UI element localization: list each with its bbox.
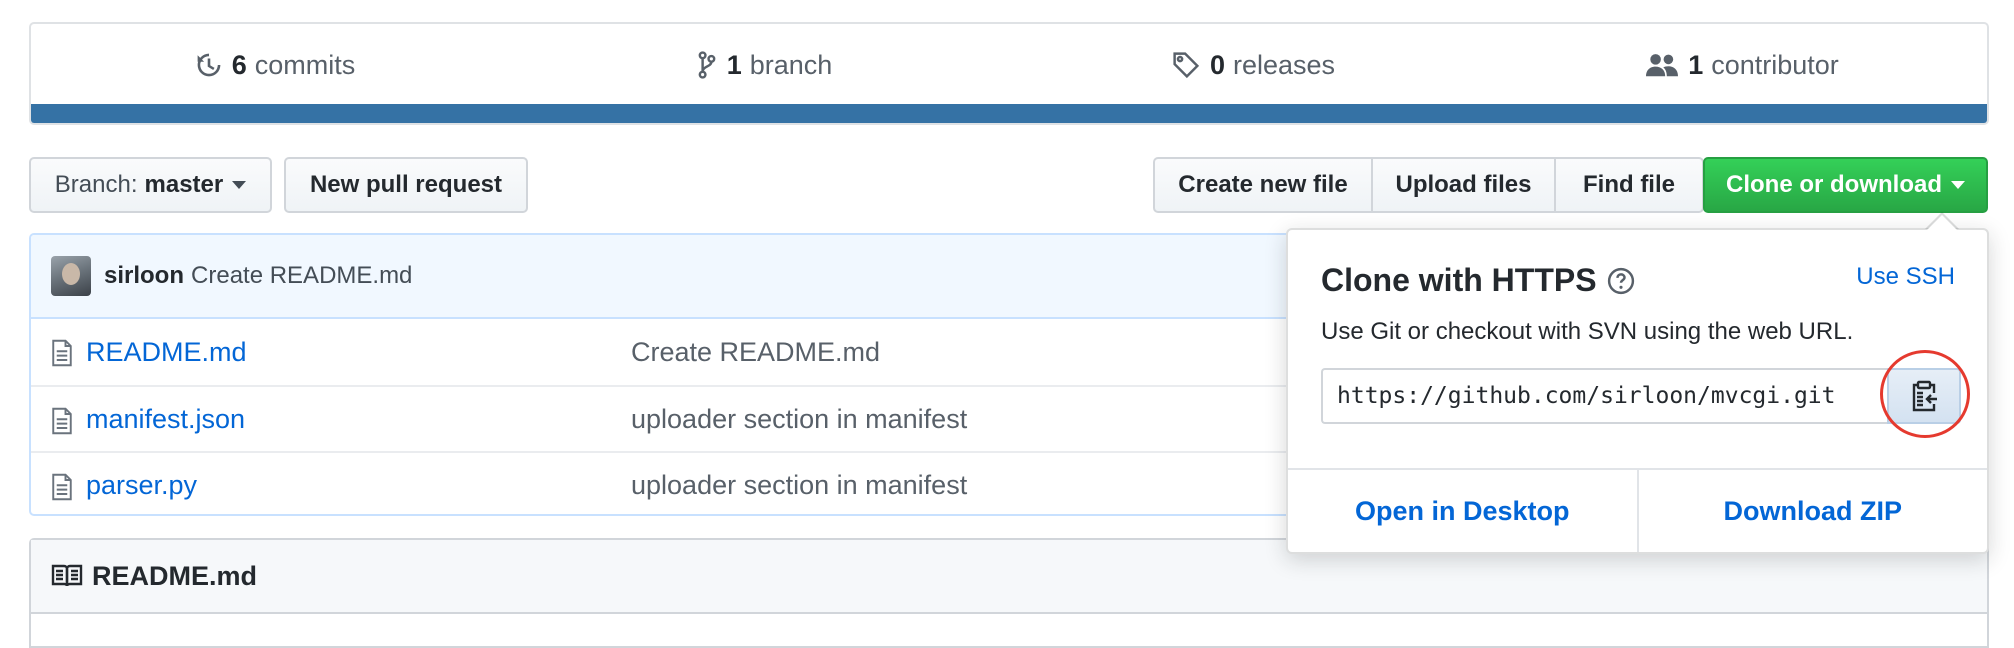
- file-name-link[interactable]: parser.py: [86, 470, 197, 501]
- releases-label: releases: [1232, 49, 1336, 80]
- file-commit-message[interactable]: uploader section in manifest: [631, 404, 967, 435]
- clone-title-text: Clone with HTTPS: [1321, 262, 1597, 298]
- use-ssh-link[interactable]: Use SSH: [1856, 263, 1955, 291]
- readme-panel: README.md: [29, 538, 1989, 648]
- branches-link[interactable]: 1 branch: [520, 24, 1009, 106]
- history-icon: [197, 53, 221, 77]
- file-commit-message[interactable]: Create README.md: [631, 337, 880, 368]
- clone-description: Use Git or checkout with SVN using the w…: [1321, 318, 1854, 345]
- people-icon: [1646, 54, 1679, 77]
- highlight-circle-annotation: [1880, 350, 1970, 438]
- file-icon: [52, 339, 72, 367]
- book-icon: [51, 564, 83, 587]
- find-file-button[interactable]: Find file: [1556, 157, 1704, 213]
- download-zip-button[interactable]: Download ZIP: [1639, 470, 1988, 552]
- commit-author[interactable]: sirloon: [104, 262, 184, 290]
- file-icon: [52, 473, 72, 501]
- file-icon: [52, 407, 72, 435]
- file-commit-message[interactable]: uploader section in manifest: [631, 470, 967, 501]
- branches-label: branch: [749, 49, 833, 80]
- releases-count: 0: [1209, 49, 1225, 80]
- open-in-desktop-button[interactable]: Open in Desktop: [1288, 470, 1639, 552]
- clone-or-download-button[interactable]: Clone or download: [1703, 157, 1988, 213]
- clone-url-group: https://github.com/sirloon/mvcgi.git: [1321, 368, 1961, 424]
- new-pull-request-button[interactable]: New pull request: [284, 157, 528, 213]
- git-branch-icon: [698, 51, 716, 79]
- branches-count: 1: [726, 49, 742, 80]
- branch-prefix: Branch:: [54, 171, 138, 198]
- language-bar: [31, 104, 1987, 123]
- clone-or-download-label: Clone or download: [1726, 171, 1942, 198]
- file-name-link[interactable]: README.md: [86, 337, 247, 368]
- releases-link[interactable]: 0 releases: [1009, 24, 1498, 106]
- commits-label: commits: [254, 49, 356, 80]
- repo-summary: 6 commits 1 branch 0 releases 1 contribu…: [29, 22, 1989, 125]
- commit-message[interactable]: Create README.md: [191, 262, 412, 290]
- clone-dropdown-title: Clone with HTTPS: [1321, 262, 1635, 299]
- tag-icon: [1173, 52, 1200, 79]
- upload-files-button[interactable]: Upload files: [1373, 157, 1556, 213]
- file-name-link[interactable]: manifest.json: [86, 404, 245, 435]
- avatar[interactable]: [51, 256, 91, 296]
- contributors-label: contributor: [1711, 49, 1839, 80]
- readme-title: README.md: [92, 560, 258, 591]
- contributors-count: 1: [1688, 49, 1704, 80]
- chevron-down-icon: [232, 181, 247, 189]
- file-actions-group: Create new file Upload files Find file: [1153, 157, 1704, 213]
- create-new-file-button[interactable]: Create new file: [1153, 157, 1373, 213]
- question-icon[interactable]: [1607, 267, 1635, 295]
- commits-link[interactable]: 6 commits: [31, 24, 520, 106]
- branch-name: master: [144, 171, 224, 198]
- chevron-down-icon: [1951, 181, 1965, 189]
- commits-count: 6: [231, 49, 247, 80]
- clone-dropdown-actions: Open in Desktop Download ZIP: [1288, 468, 1987, 552]
- clone-url-input[interactable]: https://github.com/sirloon/mvcgi.git: [1321, 368, 1887, 424]
- branch-select-button[interactable]: Branch: master: [29, 157, 272, 213]
- contributors-link[interactable]: 1 contributor: [1498, 24, 1987, 106]
